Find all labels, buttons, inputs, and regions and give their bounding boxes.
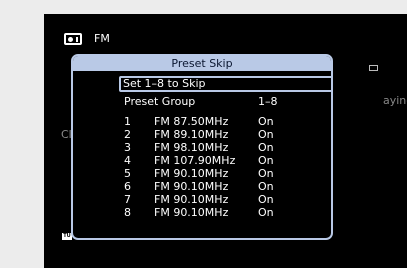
- preset-status: On: [258, 167, 274, 180]
- preset-number: 7: [124, 193, 131, 206]
- preset-status: On: [258, 180, 274, 193]
- preset-frequency: FM 90.10MHz: [154, 180, 229, 193]
- preset-status: On: [258, 141, 274, 154]
- tuner-icon: [64, 33, 82, 45]
- preset-status: On: [258, 154, 274, 167]
- preset-frequency: FM 90.10MHz: [154, 167, 229, 180]
- background-text-right: aying: [383, 94, 407, 107]
- background-indicator-icon: [369, 65, 378, 71]
- source-label: FM: [94, 32, 110, 45]
- preset-frequency: FM 98.10MHz: [154, 141, 229, 154]
- preset-frequency: FM 87.50MHz: [154, 115, 229, 128]
- preset-status: On: [258, 115, 274, 128]
- dialog-title: Preset Skip: [73, 56, 331, 71]
- preset-frequency: FM 89.10MHz: [154, 128, 229, 141]
- preset-group-value: 1–8: [258, 95, 278, 108]
- preset-number: 4: [124, 154, 131, 167]
- set-skip-option[interactable]: Set 1–8 to Skip: [119, 76, 331, 92]
- preset-skip-dialog: Preset Skip Set 1–8 to Skip Preset Group…: [71, 54, 333, 240]
- preset-status: On: [258, 193, 274, 206]
- preset-frequency: FM 107.90MHz: [154, 154, 236, 167]
- preset-number: 5: [124, 167, 131, 180]
- preset-frequency: FM 90.10MHz: [154, 206, 229, 219]
- preset-number: 1: [124, 115, 131, 128]
- preset-number: 2: [124, 128, 131, 141]
- preset-number: 8: [124, 206, 131, 219]
- preset-number: 6: [124, 180, 131, 193]
- preset-status: On: [258, 206, 274, 219]
- preset-number: 3: [124, 141, 131, 154]
- preset-group-label: Preset Group: [124, 95, 196, 108]
- preset-frequency: FM 90.10MHz: [154, 193, 229, 206]
- preset-status: On: [258, 128, 274, 141]
